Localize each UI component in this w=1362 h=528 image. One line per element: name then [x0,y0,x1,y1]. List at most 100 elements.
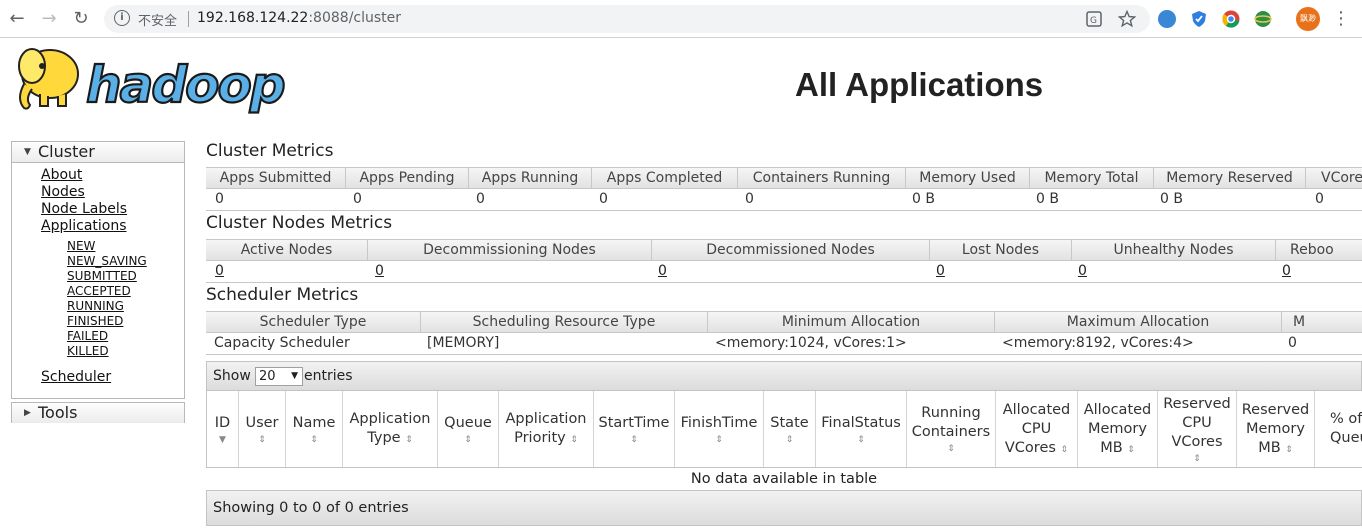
sidebar-state-new[interactable]: NEW [67,239,95,253]
sidebar-state-failed[interactable]: FAILED [67,329,108,343]
column-header-starttime[interactable]: StartTime ⇕ [594,391,675,467]
avatar[interactable]: 飘渺 [1296,7,1320,31]
scheduler-metrics-header-row: Scheduler Type Scheduling Resource Type … [206,311,1362,334]
browser-toolbar: ← → ↻ i 不安全 192.168.124.22:8088/cluster … [0,0,1362,38]
table-header: Apps Submitted [219,170,332,186]
table-header: Apps Pending [345,168,468,190]
sort-icon: ⇕ [715,434,723,445]
table-header: Scheduling Resource Type [420,312,707,334]
page-length-select[interactable]: 20 ▼ [255,367,303,386]
column-header-name[interactable]: Name ⇕ [286,391,343,467]
table-header: Apps Completed [591,168,737,190]
table-cell: 0 B [912,191,935,207]
sidebar-state-killed[interactable]: KILLED [67,344,109,358]
sort-icon: ⇕ [1127,444,1135,455]
sort-icon: ⇕ [1285,444,1293,455]
scheduler-metrics-value-row: Capacity Scheduler [MEMORY] <memory:1024… [206,333,1362,355]
svg-text:G: G [1090,16,1097,26]
sort-icon: ⇕ [1060,444,1069,455]
dropdown-arrow-icon: ▼ [291,371,298,381]
sidebar-link-scheduler[interactable]: Scheduler [41,369,111,385]
lost-nodes-link[interactable]: 0 [936,263,945,279]
column-header-id[interactable]: ID ▼ [207,391,239,467]
decommissioned-nodes-link[interactable]: 0 [658,263,667,279]
nodes-metrics-header-row: Active Nodes Decommissioning Nodes Decom… [206,239,1362,262]
column-header-finishtime[interactable]: FinishTime ⇕ [675,391,764,467]
sidebar-tools-header[interactable]: ▶ Tools [12,403,184,423]
table-cell: 0 B [1160,191,1183,207]
column-header-user[interactable]: User ⇕ [239,391,286,467]
unhealthy-nodes-link[interactable]: 0 [1078,263,1087,279]
active-nodes-link[interactable]: 0 [215,263,224,279]
url-text[interactable]: 192.168.124.22:8088/cluster [197,10,401,26]
column-header-allocated-memory-mb[interactable]: Allocated Memory MB ⇕ [1078,391,1158,467]
table-header: M [1281,312,1362,334]
table-cell: 0 [745,191,754,207]
sort-icon: ⇕ [464,434,472,445]
sort-icon: ⇕ [785,434,794,445]
sidebar-link-node-labels[interactable]: Node Labels [41,201,127,217]
address-bar[interactable]: i 不安全 192.168.124.22:8088/cluster G [104,5,1150,33]
scheduler-metrics-title: Scheduler Metrics [206,285,359,305]
sidebar-link-about[interactable]: About [41,167,82,183]
back-arrow-icon[interactable]: ← [6,8,28,30]
sort-icon: ⇕ [630,434,638,445]
column-header-percent-of-queue[interactable]: % ofQueue [1315,391,1362,467]
reload-icon[interactable]: ↻ [70,8,92,30]
sidebar-link-applications[interactable]: Applications [41,218,127,234]
column-header-state[interactable]: State ⇕ [764,391,816,467]
sidebar-state-submitted[interactable]: SUBMITTED [67,269,137,283]
forward-arrow-icon[interactable]: → [38,8,60,30]
sort-desc-icon: ▼ [219,434,226,445]
sort-icon: ⇕ [570,435,578,445]
sidebar-link-nodes[interactable]: Nodes [41,184,85,200]
table-header: Memory Used [905,168,1029,190]
sort-icon: ⇕ [405,435,413,445]
column-header-queue[interactable]: Queue ⇕ [438,391,499,467]
more-vertical-icon[interactable]: ⋮ [1332,8,1350,30]
info-icon[interactable]: i [114,10,130,26]
hadoop-logo[interactable]: hadoop [12,44,312,114]
column-header-reserved-cpu-vcores[interactable]: Reserved CPU VCores ⇕ [1158,391,1237,467]
table-header: VCores [1305,168,1362,190]
table-header: Unhealthy Nodes [1071,240,1275,262]
table-cell: 0 [1078,261,1087,283]
chrome-icon[interactable] [1222,10,1240,28]
cluster-metrics-value-row: 0 0 0 0 0 0 B 0 B 0 B 0 [206,189,1362,211]
column-header-application-priority[interactable]: Application Priority ⇕ [499,391,594,467]
table-header: Lost Nodes [929,240,1071,262]
nodes-metrics-value-row: 0 0 0 0 0 0 [206,261,1362,283]
globe-extension-icon[interactable] [1254,10,1272,28]
sidebar-cluster-panel: ▼ Cluster About Nodes Node Labels Applic… [11,141,185,399]
sidebar-state-new-saving[interactable]: NEW_SAVING [67,254,147,268]
table-cell: 0 [476,191,485,207]
table-header: Memory Reserved [1153,168,1305,190]
table-cell: 0 [353,191,362,207]
entries-label: entries [304,368,353,384]
caret-right-icon: ▶ [24,408,31,418]
bookmark-star-icon[interactable] [1118,10,1136,28]
table-cell: [MEMORY] [427,335,500,351]
table-header: Apps Running [468,168,591,190]
apps-table-toolbar: Show 20 ▼ entries [206,361,1362,391]
shield-icon[interactable] [1190,10,1208,28]
column-header-application-type[interactable]: Application Type ⇕ [343,391,438,467]
column-header-reserved-memory-mb[interactable]: Reserved Memory MB ⇕ [1237,391,1315,467]
table-cell: <memory:1024, vCores:1> [715,335,907,351]
sidebar-state-running[interactable]: RUNNING [67,299,124,313]
sort-icon: ⇕ [857,434,865,445]
apps-table-footer: Showing 0 to 0 of 0 entries [206,490,1362,526]
translate-icon[interactable]: G [1086,11,1102,27]
sidebar-state-accepted[interactable]: ACCEPTED [67,284,131,298]
table-cell: <memory:8192, vCores:4> [1002,335,1194,351]
extension-icon[interactable] [1158,10,1176,28]
table-cell: 0 [1288,335,1297,351]
column-header-allocated-cpu-vcores[interactable]: Allocated CPU VCores ⇕ [996,391,1078,467]
column-header-running-containers[interactable]: Running Containers ⇕ [907,391,996,467]
sidebar-state-finished[interactable]: FINISHED [67,314,123,328]
page-title: All Applications [795,66,1044,103]
rebooted-nodes-link[interactable]: 0 [1282,263,1291,279]
decommissioning-nodes-link[interactable]: 0 [375,263,384,279]
column-header-finalstatus[interactable]: FinalStatus ⇕ [816,391,907,467]
sidebar-cluster-header[interactable]: ▼ Cluster [12,142,184,163]
